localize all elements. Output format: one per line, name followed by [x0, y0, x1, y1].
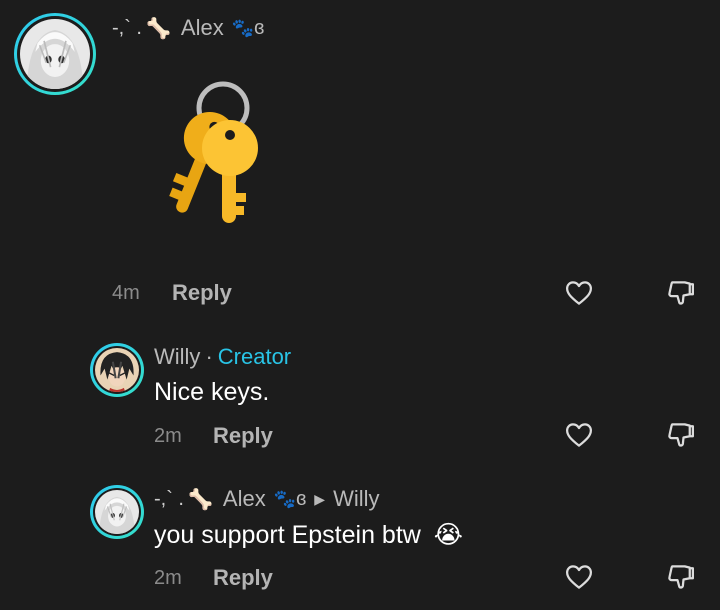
heart-icon[interactable]	[564, 562, 594, 592]
reply-text: you support Epstein btw	[154, 521, 421, 549]
bone-icon: 🦴	[188, 488, 213, 511]
keys-sticker	[168, 78, 268, 228]
thumbs-down-icon[interactable]	[666, 420, 696, 450]
thumbs-down-icon[interactable]	[666, 278, 696, 308]
reply-text: Nice keys.	[154, 378, 270, 406]
crying-emoji: 😭	[433, 521, 463, 549]
paw-icon: 🐾	[273, 488, 297, 509]
username[interactable]: Alex	[223, 486, 266, 512]
reply-arrow-icon: ▶	[314, 490, 326, 507]
username-decoration: -,` .	[154, 487, 184, 510]
username-suffix: ɞ	[254, 16, 265, 39]
heart-icon[interactable]	[564, 278, 594, 308]
username-suffix: ɞ	[296, 487, 307, 510]
reply-button[interactable]: Reply	[172, 280, 232, 306]
avatar-alex[interactable]	[90, 485, 144, 539]
reply-button[interactable]: Reply	[213, 565, 273, 591]
comment-header: -,` . 🦴 Alex 🐾 ɞ	[112, 14, 264, 42]
username[interactable]: Alex	[181, 15, 224, 41]
reply-text-line: you support Epstein btw 😭	[154, 520, 463, 550]
separator-dot: ·	[205, 344, 213, 369]
creator-badge: Creator	[217, 344, 292, 369]
timestamp: 2m	[154, 567, 182, 589]
bone-icon: 🦴	[146, 17, 171, 40]
thumbs-down-icon[interactable]	[666, 562, 696, 592]
timestamp: 2m	[154, 425, 182, 447]
reply-header: -,` . 🦴 Alex 🐾 ɞ ▶ Willy	[154, 486, 380, 512]
reply-header: Willy · Creator	[154, 344, 291, 370]
username-decoration: -,` .	[112, 16, 142, 39]
avatar-image	[20, 19, 90, 89]
heart-icon[interactable]	[564, 420, 594, 450]
reply-button[interactable]: Reply	[213, 423, 273, 449]
timestamp: 4m	[112, 282, 140, 304]
paw-icon: 🐾	[231, 17, 255, 38]
avatar-willy[interactable]	[90, 343, 144, 397]
avatar-image	[95, 348, 139, 392]
reply-to-username[interactable]: Willy	[333, 486, 379, 512]
username[interactable]: Willy	[154, 344, 200, 370]
avatar-alex[interactable]	[14, 13, 96, 95]
avatar-image	[95, 490, 139, 534]
